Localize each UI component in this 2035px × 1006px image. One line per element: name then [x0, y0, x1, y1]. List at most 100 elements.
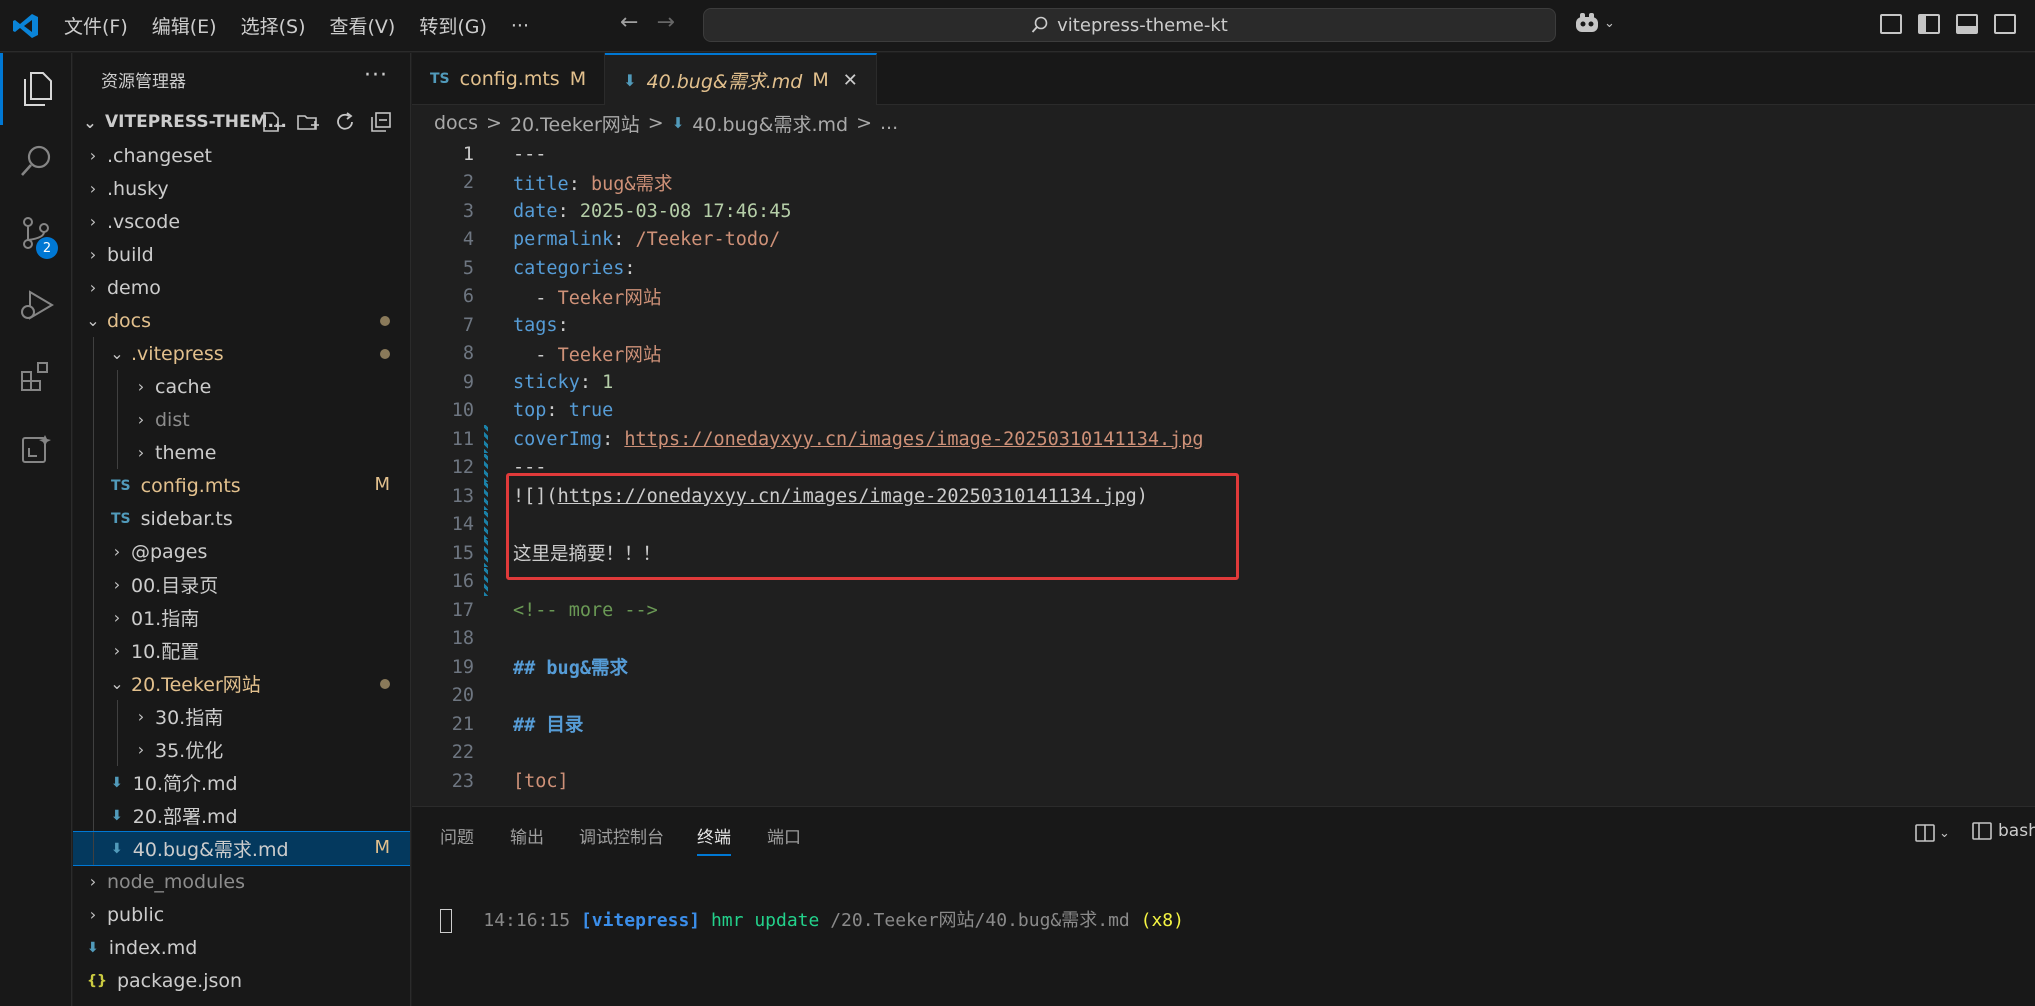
indent-guide [93, 634, 94, 667]
breadcrumb-symbol[interactable]: ... [880, 112, 898, 134]
chevron-right-icon: › [137, 410, 145, 429]
code-text: coverImg: https://onedayxyy.cn/images/im… [513, 429, 1204, 450]
menu-edit[interactable]: 编辑(E) [140, 12, 229, 39]
refresh-icon[interactable] [334, 111, 356, 133]
breadcrumb-file[interactable]: 40.bug&需求.md [692, 110, 848, 137]
tree-item[interactable]: › demo [73, 271, 410, 304]
tree-item[interactable]: › .husky [73, 172, 410, 205]
menu-view[interactable]: 查看(V) [318, 12, 408, 39]
chevron-right-icon: › [113, 608, 121, 627]
run-debug-button[interactable] [0, 269, 72, 341]
tree-item[interactable]: › build [73, 238, 410, 271]
code-token: bug&需求 [590, 173, 673, 195]
tree-item[interactable]: ⬇ 20.部署.md [73, 799, 410, 832]
collapse-all-icon[interactable] [370, 111, 392, 133]
more-actions-icon[interactable]: ··· [364, 63, 388, 88]
tab-config-mts[interactable]: TS config.mts M [412, 53, 606, 105]
tree-item[interactable]: › dist [73, 403, 410, 436]
split-icon [1915, 824, 1935, 842]
toggle-panel-icon[interactable] [1956, 14, 1978, 34]
tree-item[interactable]: ⌄ docs [73, 304, 410, 337]
chevron-right-icon: › [137, 707, 145, 726]
tree-item[interactable]: › .changeset [73, 139, 410, 172]
tree-item[interactable]: ⌄ .vitepress [73, 337, 410, 370]
close-icon[interactable]: ✕ [843, 70, 858, 91]
line-number: 18 [451, 628, 474, 649]
modified-dot [380, 349, 390, 359]
tree-item[interactable]: ⬇ 40.bug&需求.md M [73, 831, 410, 866]
tree-item[interactable]: ⌄ 20.Teeker网站 [73, 667, 410, 700]
explorer-button[interactable] [0, 53, 72, 125]
code-text: permalink: /Teeker-todo/ [513, 229, 780, 250]
code-text: <!-- more --> [513, 600, 658, 621]
copilot-button[interactable]: ⌄ [1574, 12, 1615, 34]
tree-item[interactable]: TS config.mts M [73, 469, 410, 502]
toggle-secondary-sidebar-icon[interactable] [1994, 14, 2016, 34]
indent-guide [93, 568, 94, 601]
panel-tab-debug-console[interactable]: 调试控制台 [579, 823, 664, 848]
indent-guide [93, 601, 94, 634]
tree-item[interactable]: ⬇ index.md [73, 931, 410, 964]
panel-tab-problems[interactable]: 问题 [440, 823, 474, 848]
tree-item[interactable]: › theme [73, 436, 410, 469]
tree-item[interactable]: › 01.指南 [73, 601, 410, 634]
panel-tab-terminal[interactable]: 终端 [697, 823, 731, 856]
source-control-button[interactable]: 2 [0, 197, 72, 269]
breadcrumb-folder[interactable]: 20.Teeker网站 [510, 110, 640, 137]
panel-tab-output[interactable]: 输出 [510, 823, 544, 848]
tree-item[interactable]: › 30.指南 [73, 700, 410, 733]
tree-item[interactable]: ⬇ 10.简介.md [73, 766, 410, 799]
command-center-search[interactable]: vitepress-theme-kt [703, 8, 1556, 42]
terminal-shell-tab[interactable]: bash [1972, 821, 2035, 841]
typescript-file-icon: TS [430, 71, 450, 87]
tree-item-label: 20.Teeker网站 [131, 674, 261, 696]
menu-go[interactable]: 转到(G) [407, 12, 499, 39]
toggle-primary-sidebar-icon[interactable] [1918, 14, 1940, 34]
panel-tab-ports[interactable]: 端口 [767, 823, 801, 848]
chevron-right-icon: › [89, 179, 97, 198]
tree-item[interactable]: › @pages [73, 535, 410, 568]
modified-indicator: M [374, 837, 390, 858]
code-token: : [579, 371, 603, 393]
tree-item[interactable]: › 35.优化 [73, 733, 410, 766]
tree-item[interactable]: › 10.配置 [73, 634, 410, 667]
indent-guide [93, 766, 94, 799]
tree-item[interactable]: › node_modules [73, 865, 410, 898]
menu-more[interactable]: ··· [499, 15, 541, 37]
code-token: Teeker网站 [557, 287, 662, 309]
typescript-file-icon: TS [111, 477, 131, 494]
back-arrow-icon[interactable]: ← [620, 10, 638, 35]
search-button[interactable] [0, 125, 72, 197]
new-file-icon[interactable] [260, 111, 282, 133]
line-number: 19 [451, 656, 474, 678]
menu-file[interactable]: 文件(F) [52, 12, 140, 39]
split-terminal-button[interactable]: ⌄ [1915, 823, 1950, 843]
tree-item-label: dist [155, 408, 190, 431]
markdown-file-icon: ⬇ [111, 807, 123, 824]
workspace-root[interactable]: ⌄ VITEPRESS-THEM... [73, 105, 410, 139]
code-token: [toc] [513, 770, 569, 792]
modified-gutter-mark [484, 482, 488, 510]
breadcrumb-docs[interactable]: docs [434, 112, 478, 134]
indent-guide [93, 667, 94, 700]
tree-item[interactable]: TS sidebar.ts [73, 502, 410, 535]
new-folder-icon[interactable] [296, 111, 320, 133]
customize-layout-icon[interactable] [1880, 14, 1902, 34]
code-line: 3 date: 2025-03-08 17:46:45 [412, 197, 2035, 225]
code-token: top [513, 400, 547, 421]
forward-arrow-icon[interactable]: → [656, 10, 674, 35]
tree-item[interactable]: {} package.json [73, 964, 410, 997]
tab-bug-md[interactable]: ⬇ 40.bug&需求.md M ✕ [605, 53, 877, 105]
extensions-button[interactable] [0, 341, 72, 413]
tree-item[interactable]: › cache [73, 370, 410, 403]
menu-selection[interactable]: 选择(S) [229, 12, 318, 39]
tree-item[interactable]: › public [73, 898, 410, 931]
code-token: : [602, 428, 625, 450]
remote-explorer-button[interactable] [0, 413, 72, 485]
search-icon [1031, 16, 1048, 33]
line-number: 21 [451, 713, 474, 735]
tree-item-label: 01.指南 [131, 608, 200, 630]
tree-item[interactable]: › .vscode [73, 205, 410, 238]
tree-item[interactable]: › 00.目录页 [73, 568, 410, 601]
code-text: sticky: 1 [513, 372, 613, 393]
